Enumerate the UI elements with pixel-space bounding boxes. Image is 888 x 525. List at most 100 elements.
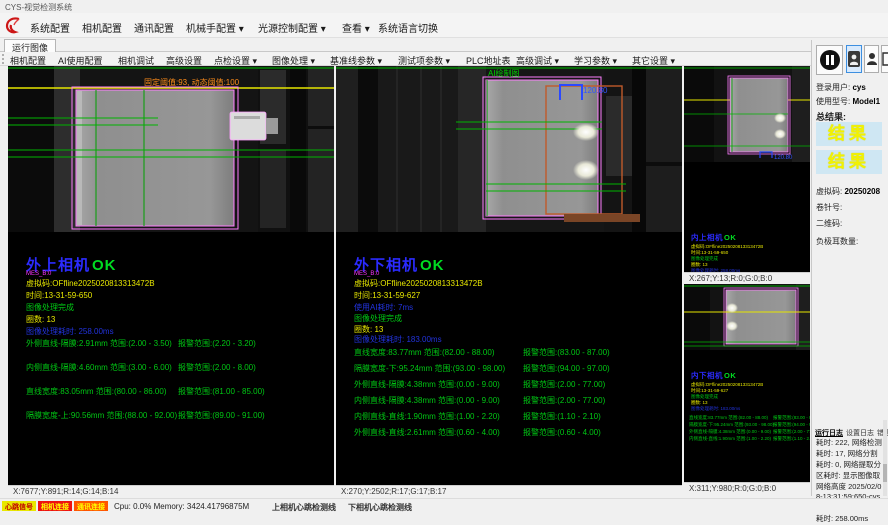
- alarm-range-text: 报警范围:(94.00 - 97.00): [773, 421, 810, 428]
- log-scrollbar-thumb[interactable]: [883, 464, 887, 482]
- tab-run-image[interactable]: 运行图像: [4, 39, 56, 52]
- measurement-text: 直线宽度:83.77mm 范围:(82.00 - 88.00): [689, 415, 768, 420]
- measurement-text: 外侧直线-隔膜:2.91mm 范围:(2.00 - 3.50): [26, 339, 172, 348]
- elapsed-line: 图像处理耗时: 183.00ms: [354, 334, 442, 345]
- camera-title: 内上相机OK: [691, 232, 736, 243]
- pause-icon: [819, 49, 841, 71]
- elapsed-line: 图像处理耗时: 183.00ms: [691, 405, 740, 412]
- result-ok-text: OK: [92, 257, 117, 274]
- menu-item-system-config[interactable]: 系统配置: [30, 20, 70, 35]
- measurement-text: 内侧直线-隔膜:4.38mm 范围:(0.00 - 9.00): [354, 396, 500, 405]
- exit-button[interactable]: [881, 45, 888, 73]
- measurement-text: 外侧直线-直线:2.61mm 范围:(0.60 - 4.00): [354, 428, 500, 437]
- heartbeat-badge: 心跳信号: [2, 501, 36, 511]
- toolbar-grip[interactable]: [2, 54, 5, 64]
- camera-image-outer-lower[interactable]: 120.80 AI绘制图: [336, 66, 682, 232]
- alarm-range-text: 报警范围:(89.00 - 91.00): [178, 410, 265, 421]
- led-glint-1: [774, 113, 786, 123]
- alarm-range-text: 报警范围:(83.00 - 87.00): [523, 347, 610, 358]
- threshold-overlay-label: 固定阈值:93, 动态阈值:100: [144, 77, 240, 87]
- result-block-1: 结果: [816, 122, 882, 146]
- camera-image-inner-upper[interactable]: 120.80: [684, 66, 810, 162]
- measurement-row: 内侧直线-隔膜:4.38mm 范围:(0.00 - 9.00) 报警范围:(2.0…: [354, 395, 654, 406]
- process-done-line: 图像处理完成: [26, 302, 74, 313]
- menu-item-light-config[interactable]: 光源控制配置 ▾: [258, 20, 326, 35]
- log-scrollbar[interactable]: [883, 420, 887, 496]
- model-label: 使用型号:: [816, 97, 850, 106]
- menu-item-comm-config[interactable]: 通讯配置: [134, 20, 174, 35]
- alarm-range-text: 报警范围:(0.60 - 4.00): [523, 427, 601, 438]
- alarm-range-text: 报警范围:(81.00 - 85.00): [178, 386, 265, 397]
- exit-door-icon: [882, 52, 888, 66]
- thumb-text-block: 内下相机OK 虚拟码:OFfline2025020813313472B 时间:1…: [684, 350, 810, 482]
- alarm-range-text: 报警范围:(1.10 - 2.10): [773, 435, 810, 442]
- inspected-part: [76, 90, 234, 226]
- measurement-text: 隔膜宽度-下:95.24mm 范围:(93.00 - 98.00): [354, 364, 505, 373]
- camera-panel-outer-upper: 固定阈值:93, 动态阈值:100 外上相机OK MES_B:0 虚拟码:OFf…: [8, 66, 334, 485]
- virtual-code-value: 20250208: [844, 187, 880, 196]
- camera-name: 内下相机: [691, 372, 723, 381]
- menu-item-camera-config[interactable]: 相机配置: [82, 20, 122, 35]
- virtual-code-row: 虚拟码: 20250208: [816, 186, 880, 197]
- menu-item-robot-config[interactable]: 机械手配置 ▾: [186, 20, 244, 35]
- mes-line: MES_B:0: [26, 271, 51, 277]
- tab-strip: 运行图像: [0, 38, 888, 52]
- led-glint-2: [774, 129, 786, 139]
- log-tab-setting[interactable]: 设置日志: [846, 430, 874, 437]
- result-ok-text: OK: [724, 372, 736, 381]
- pause-button[interactable]: [816, 45, 843, 75]
- tool-bar: 相机配置 AI使用配置 相机调试 高级设置 点检设置 ▾ 图像处理 ▾ 基准线参…: [0, 52, 888, 66]
- cursor-status-thumb-top: X:267;Y:13;R:0;G:0;B:0: [684, 272, 810, 282]
- cursor-status-middle: X:270;Y:2502;R:17;G:17;B:17: [336, 485, 682, 496]
- led-glint-1: [726, 303, 738, 313]
- measurement-text: 直线宽度:83.05mm 范围:(80.00 - 86.00): [26, 387, 167, 396]
- log-tabs: 运行日志设置日志错误日志: [815, 428, 885, 438]
- ai-overlay-label: AI绘制图: [488, 68, 520, 78]
- camera-panel-inner-upper: 120.80 内上相机OK 虚拟码:OFfline202502081331347…: [684, 66, 810, 272]
- thumb-text-block: 内上相机OK 虚拟码:OFfline2025020813313472B 时间:1…: [684, 162, 810, 272]
- menu-item-language-switch[interactable]: 系统语言切换: [378, 20, 438, 35]
- upper-camera-heartbeat-link[interactable]: 上相机心跳检测线: [272, 502, 336, 513]
- measurement-row: 直线宽度:83.77mm 范围:(82.00 - 88.00) 报警范围:(83.…: [689, 414, 810, 421]
- menu-bar: 系统配置 相机配置 通讯配置 机械手配置 ▾ 光源控制配置 ▾ 查看 ▾ 系统语…: [0, 13, 888, 38]
- led-glint-2: [726, 321, 738, 331]
- led-glint-1: [573, 123, 599, 141]
- connector-stripe: [234, 116, 260, 119]
- cpu-memory-readout: Cpu: 0.0% Memory: 3424.41796875M: [114, 502, 249, 511]
- model-value[interactable]: Model1: [852, 97, 880, 106]
- camera-connect-badge: 相机连接: [38, 501, 72, 511]
- window-titlebar: CYS-视觉检测系统: [0, 0, 888, 13]
- turns-line: 圈数: 13: [26, 314, 55, 325]
- alarm-range-text: 报警范围:(2.00 - 77.00): [773, 428, 810, 435]
- virtual-code-label: 虚拟码:: [816, 187, 842, 196]
- user-login-button[interactable]: [846, 45, 862, 73]
- alarm-range-text: 报警范围:(83.00 - 87.00): [773, 414, 810, 421]
- camera-image-outer-upper[interactable]: 固定阈值:93, 动态阈值:100: [8, 66, 334, 232]
- alarm-range-text: 报警范围:(1.10 - 2.10): [523, 411, 601, 422]
- alarm-range-text: 报警范围:(94.00 - 97.00): [523, 363, 610, 374]
- lower-camera-heartbeat-link[interactable]: 下相机心跳检测线: [348, 502, 412, 513]
- measurement-row: 直线宽度:83.05mm 范围:(80.00 - 86.00) 报警范围:(81.…: [26, 386, 326, 397]
- measurement-row: 外侧直线-隔膜:4.38mm 范围:(0.00 - 9.00)报警范围:(2.0…: [354, 379, 654, 390]
- alarm-range-text: 报警范围:(2.00 - 8.00): [178, 362, 256, 373]
- camera-name: 内上相机: [691, 234, 723, 243]
- person-icon: [866, 51, 878, 67]
- status-bar: 心跳信号 相机连接 通讯连接 Cpu: 0.0% Memory: 3424.41…: [0, 498, 888, 512]
- process-done-line: 图像处理完成: [354, 313, 402, 324]
- sidebar: 登录用户: cys 使用型号: Model1 总结果: 结果 结果 虚拟码: 2…: [811, 40, 888, 496]
- operator-button[interactable]: [864, 45, 879, 73]
- measurement-text: 外侧直线-隔膜:4.38mm 范围:(0.00 - 9.00): [689, 429, 771, 434]
- time-line: 时间:13-31-59-627: [354, 290, 420, 301]
- mes-line: MES_B:0: [354, 271, 379, 277]
- result-block-2: 结果: [816, 150, 882, 174]
- measure-value-label: 120.80: [774, 155, 793, 161]
- menu-item-view[interactable]: 查看 ▾: [342, 20, 370, 35]
- measurement-row: 隔膜宽度-下:95.24mm 范围:(93.00 - 98.00) 报警范围:(9…: [354, 363, 654, 374]
- cursor-status-left: X:7677;Y:891;R:14;G:14;B:14: [8, 485, 334, 496]
- log-tab-run[interactable]: 运行日志: [815, 430, 843, 437]
- camera-image-inner-lower[interactable]: [684, 284, 810, 350]
- alarm-range-text: 报警范围:(2.00 - 77.00): [523, 395, 605, 406]
- result-ok-text: OK: [724, 234, 736, 243]
- measurement-text: 隔膜宽度-上:90.56mm 范围:(88.00 - 92.00): [26, 411, 177, 420]
- app-logo-icon: [5, 16, 23, 34]
